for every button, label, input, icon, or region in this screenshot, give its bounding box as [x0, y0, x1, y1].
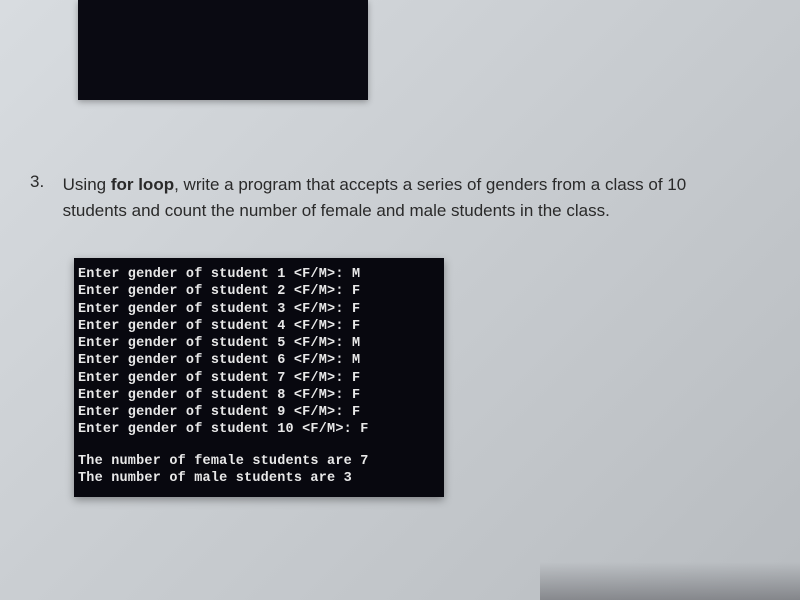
- bottom-edge-shadow: [540, 562, 800, 600]
- console-line: Enter gender of student 10 <F/M>: F: [78, 421, 438, 438]
- console-spacer: [78, 439, 438, 453]
- console-line: Enter gender of student 4 <F/M>: F: [78, 318, 438, 335]
- console-line: Enter gender of student 5 <F/M>: M: [78, 335, 438, 352]
- console-line: Enter gender of student 1 <F/M>: M: [78, 266, 438, 283]
- console-line: Enter gender of student 3 <F/M>: F: [78, 301, 438, 318]
- question-bold: for loop: [111, 175, 174, 194]
- console-line: Enter gender of student 6 <F/M>: M: [78, 352, 438, 369]
- console-line: Enter gender of student 9 <F/M>: F: [78, 404, 438, 421]
- dark-image-block: [78, 0, 368, 100]
- console-line: Enter gender of student 2 <F/M>: F: [78, 283, 438, 300]
- question-prefix: Using: [63, 175, 111, 194]
- question-block: 3. Using for loop, write a program that …: [30, 172, 780, 225]
- console-line: Enter gender of student 8 <F/M>: F: [78, 387, 438, 404]
- console-line: Enter gender of student 7 <F/M>: F: [78, 370, 438, 387]
- console-result-male: The number of male students are 3: [78, 470, 438, 487]
- question-text: Using for loop, write a program that acc…: [63, 172, 753, 225]
- console-output: Enter gender of student 1 <F/M>: M Enter…: [74, 258, 444, 497]
- question-number: 3.: [30, 172, 44, 192]
- console-result-female: The number of female students are 7: [78, 453, 438, 470]
